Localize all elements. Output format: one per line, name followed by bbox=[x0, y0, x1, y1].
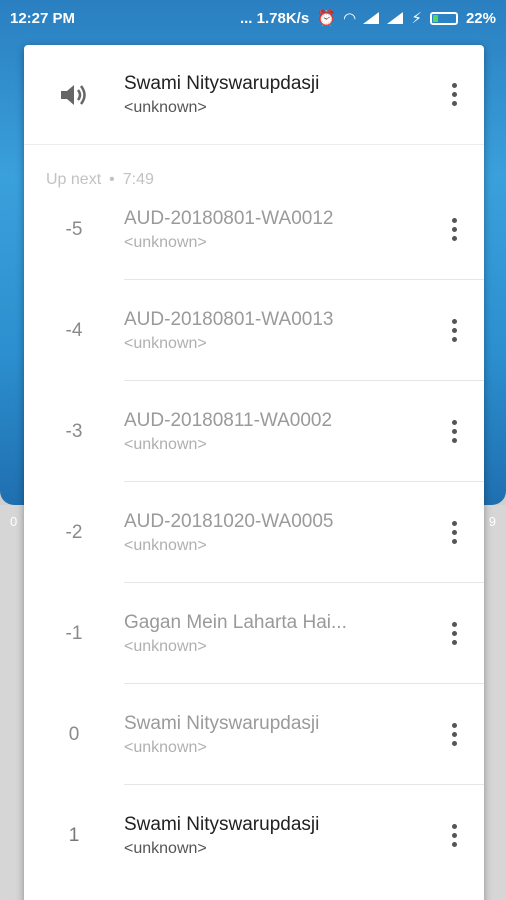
now-playing-row[interactable]: Swami Nityswarupdasji <unknown> bbox=[24, 45, 484, 145]
queue-item-artist: <unknown> bbox=[124, 839, 207, 857]
more-options-icon[interactable] bbox=[424, 713, 484, 757]
more-options-icon[interactable] bbox=[424, 814, 484, 858]
queue-item-title: AUD-20180811-WA0002 bbox=[124, 409, 333, 431]
more-options-icon[interactable] bbox=[424, 73, 484, 117]
battery-percent: 22% bbox=[465, 9, 496, 27]
charging-icon: ⚡ bbox=[411, 10, 422, 27]
battery-icon bbox=[429, 11, 458, 25]
queue-item[interactable]: -5 AUD-20180801-WA0012 <unknown> bbox=[24, 179, 484, 280]
queue-item-artist: <unknown> bbox=[124, 334, 207, 352]
queue-item[interactable]: 1 Swami Nityswarupdasji <unknown> bbox=[24, 785, 484, 886]
queue-index: 1 bbox=[68, 824, 80, 846]
queue-item-artist: <unknown> bbox=[124, 233, 207, 251]
signal-lte-icon bbox=[387, 12, 404, 24]
queue-item[interactable]: -4 AUD-20180801-WA0013 <unknown> bbox=[24, 280, 484, 381]
queue-item[interactable]: -2 AUD-20181020-WA0005 <unknown> bbox=[24, 482, 484, 583]
queue-item[interactable]: -3 AUD-20180811-WA0002 <unknown> bbox=[24, 381, 484, 482]
signal-icon bbox=[363, 12, 380, 24]
queue-item-artist: <unknown> bbox=[124, 435, 207, 453]
more-options-icon[interactable] bbox=[424, 410, 484, 454]
status-time: 12:27 PM bbox=[10, 9, 76, 27]
more-options-icon[interactable] bbox=[424, 309, 484, 353]
status-bar: 12:27 PM ... 1.78K/s ⏰ ◠ ⚡ 22% bbox=[0, 0, 506, 36]
queue-index: -5 bbox=[65, 218, 83, 240]
speaker-icon bbox=[24, 82, 124, 108]
more-options-icon[interactable] bbox=[424, 612, 484, 656]
queue-item-title: Swami Nityswarupdasji bbox=[124, 813, 320, 835]
queue-item-title: Swami Nityswarupdasji bbox=[124, 712, 320, 734]
more-options-icon[interactable] bbox=[424, 511, 484, 555]
queue-item-title: AUD-20180801-WA0012 bbox=[124, 207, 334, 229]
queue-item-title: AUD-20180801-WA0013 bbox=[124, 308, 334, 330]
queue-item[interactable]: -1 Gagan Mein Laharta Hai... <unknown> bbox=[24, 583, 484, 684]
now-playing-title: Swami Nityswarupdasji bbox=[124, 72, 320, 94]
queue-item-current[interactable]: 0 Swami Nityswarupdasji <unknown> bbox=[24, 684, 484, 785]
elapsed-time: 0 bbox=[10, 514, 18, 529]
queue-index: -3 bbox=[65, 420, 83, 442]
queue-index: 0 bbox=[68, 723, 80, 745]
queue-panel: Swami Nityswarupdasji <unknown> Up next … bbox=[24, 45, 484, 900]
queue-index: -2 bbox=[65, 521, 83, 543]
queue-item-artist: <unknown> bbox=[124, 637, 207, 655]
queue-index: -4 bbox=[65, 319, 83, 341]
queue-item-artist: <unknown> bbox=[124, 536, 207, 554]
wifi-icon: ◠ bbox=[343, 10, 356, 27]
now-playing-artist: <unknown> bbox=[124, 98, 207, 116]
queue-item-artist: <unknown> bbox=[124, 738, 207, 756]
queue-item-title: AUD-20181020-WA0005 bbox=[124, 510, 334, 532]
queue-item-title: Gagan Mein Laharta Hai... bbox=[124, 611, 347, 633]
alarm-icon: ⏰ bbox=[317, 10, 336, 27]
status-indicators: ... 1.78K/s ⏰ ◠ ⚡ 22% bbox=[239, 9, 496, 28]
network-speed: ... 1.78K/s bbox=[239, 9, 310, 27]
more-options-icon[interactable] bbox=[424, 208, 484, 252]
queue-index: -1 bbox=[65, 622, 83, 644]
total-time: 9 bbox=[488, 514, 496, 529]
